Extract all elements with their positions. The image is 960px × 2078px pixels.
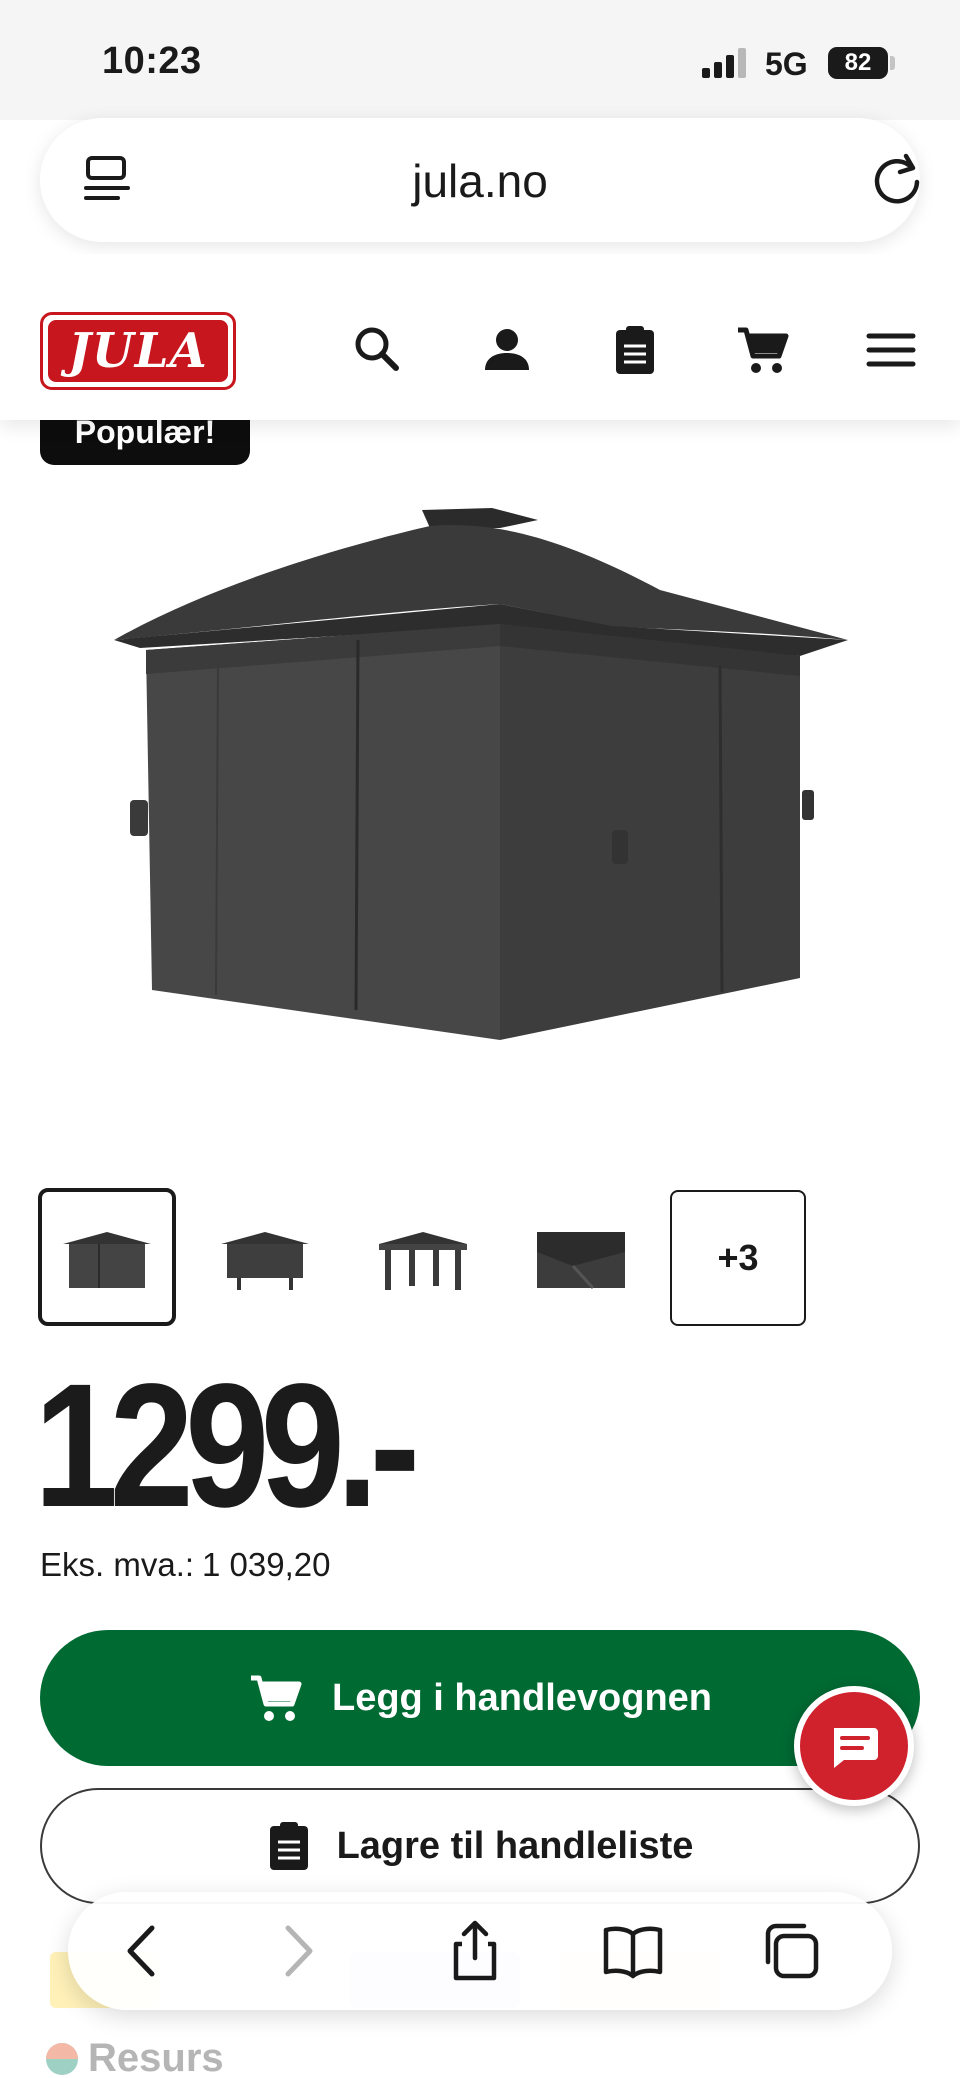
cart-icon[interactable] — [735, 322, 791, 378]
chat-icon — [834, 1728, 878, 1768]
price-ex-vat: Eks. mva.: 1 039,20 — [40, 1546, 331, 1584]
thumbnail-gazebo-open — [221, 1232, 309, 1290]
resurs-label: Resurs — [88, 2036, 224, 2078]
product-price: 1299.- — [34, 1348, 420, 1544]
thumbnail-gazebo-frame — [379, 1232, 467, 1290]
thumbnail-gazebo-closed — [63, 1232, 151, 1288]
thumbnail-1[interactable] — [38, 1188, 176, 1326]
product-image[interactable] — [100, 480, 860, 1060]
status-time: 10:23 — [102, 40, 202, 82]
tabs-icon[interactable] — [758, 1918, 824, 1984]
search-icon[interactable] — [350, 322, 406, 378]
resurs-logo: Resurs — [44, 2036, 224, 2078]
ex-vat-label: Eks. mva.: — [40, 1546, 195, 1583]
save-to-list-button[interactable]: Lagre til handleliste — [40, 1788, 920, 1904]
thumbnail-3[interactable] — [354, 1188, 492, 1326]
battery-icon: 82 — [828, 47, 888, 79]
logo-text: JULA — [48, 320, 228, 382]
shopping-list-icon[interactable] — [607, 322, 663, 378]
address-bar[interactable]: jula.no — [40, 118, 920, 242]
status-bar: 10:23 5G 82 — [0, 0, 960, 120]
network-type: 5G — [765, 46, 808, 82]
add-to-cart-button[interactable]: Legg i handlevognen — [40, 1630, 920, 1766]
thumbnail-2[interactable] — [196, 1188, 334, 1326]
thumbnail-gazebo-detail — [537, 1232, 625, 1290]
jula-logo[interactable]: JULA — [40, 312, 236, 390]
battery-level: 82 — [844, 49, 872, 76]
menu-icon[interactable] — [863, 322, 919, 378]
more-images-button[interactable]: +3 — [670, 1190, 806, 1326]
url-text[interactable]: jula.no — [40, 154, 920, 208]
save-to-list-label: Lagre til handleliste — [336, 1824, 694, 1867]
reload-icon[interactable] — [866, 148, 928, 210]
forward-icon[interactable] — [264, 1918, 330, 1984]
share-icon[interactable] — [442, 1918, 508, 1984]
account-icon[interactable] — [479, 322, 535, 378]
thumbnail-4[interactable] — [512, 1188, 650, 1326]
resurs-icon — [46, 2042, 78, 2075]
battery-tip — [890, 56, 895, 70]
add-to-cart-label: Legg i handlevognen — [331, 1676, 713, 1719]
cellular-signal-icon — [702, 48, 750, 78]
back-icon[interactable] — [110, 1918, 176, 1984]
cart-icon — [250, 1675, 302, 1721]
ex-vat-value: 1 039,20 — [202, 1546, 331, 1583]
site-header: JULA — [0, 254, 960, 420]
chat-button[interactable] — [794, 1686, 914, 1806]
shopping-list-icon — [269, 1822, 308, 1870]
bookmarks-icon[interactable] — [600, 1918, 666, 1984]
browser-toolbar — [68, 1892, 892, 2010]
